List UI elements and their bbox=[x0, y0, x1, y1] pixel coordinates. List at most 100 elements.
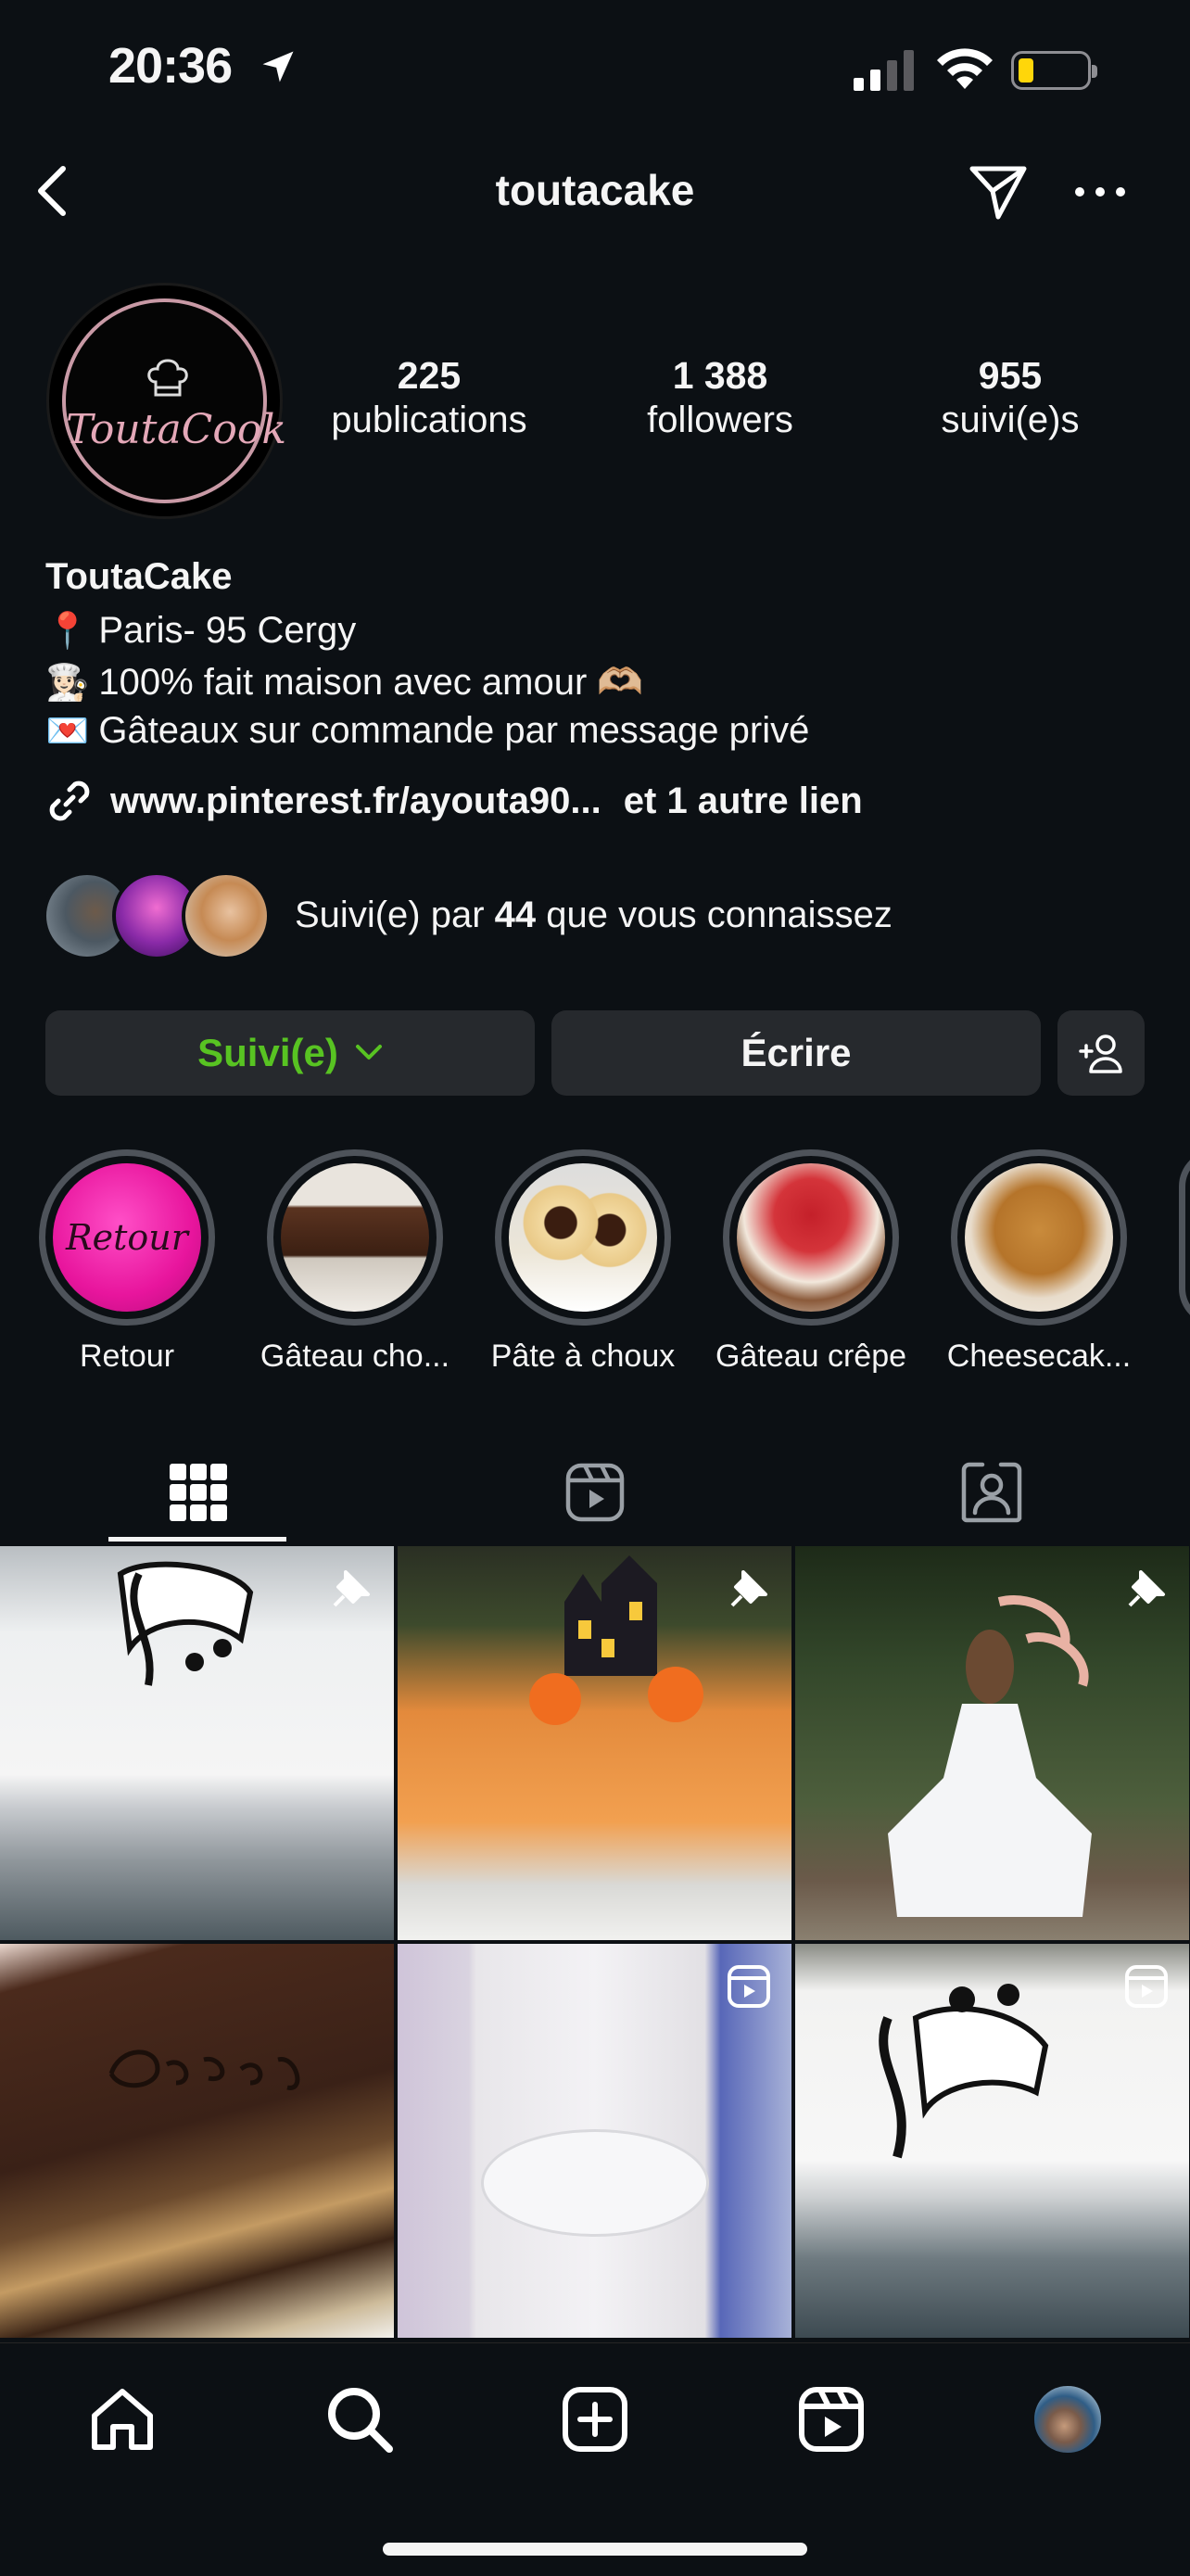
highlight-cover-text: Retour bbox=[66, 1217, 188, 1258]
home-indicator[interactable] bbox=[383, 2543, 807, 2556]
tab-tagged[interactable] bbox=[793, 1441, 1190, 1543]
stat-following-label: suivi(e)s bbox=[941, 400, 1080, 440]
highlight-cover bbox=[509, 1163, 657, 1312]
mutual-followers-text[interactable]: Suivi(e) par 44 que vous connaissez bbox=[295, 895, 892, 936]
opera-writing-image bbox=[108, 2049, 300, 2090]
chevron-down-icon bbox=[355, 1045, 382, 1060]
nav-create[interactable] bbox=[556, 2380, 634, 2458]
highlight-ring: Retour bbox=[39, 1149, 215, 1326]
highlight-label: Cheesecak... bbox=[946, 1339, 1132, 1374]
highlight-pate-a-choux[interactable]: Pâte à choux bbox=[491, 1149, 675, 1375]
avatar bbox=[1032, 2384, 1103, 2455]
music-topper-image bbox=[879, 1984, 1049, 2159]
tab-active-indicator bbox=[108, 1537, 286, 1542]
location-arrow-icon bbox=[262, 51, 294, 82]
highlight-cover bbox=[281, 1163, 429, 1312]
bio-text: Paris- 95 Cergy bbox=[98, 610, 357, 651]
tagged-person-icon bbox=[961, 1462, 1022, 1523]
create-post-icon bbox=[563, 2387, 627, 2452]
reels-icon bbox=[728, 1965, 770, 2008]
highlight-ring bbox=[723, 1149, 899, 1326]
chef-hat-icon bbox=[147, 359, 188, 397]
profile-avatar[interactable]: ToutaCook bbox=[46, 283, 286, 519]
mutual-followers-avatars[interactable] bbox=[43, 871, 274, 962]
stat-publications-value: 225 bbox=[397, 354, 462, 397]
post-thumbnail-halloween-cake[interactable] bbox=[398, 1546, 791, 1940]
post-thumbnail-reel-cake-board[interactable] bbox=[398, 1944, 791, 2338]
avatar bbox=[182, 871, 271, 960]
message-button[interactable]: Écrire bbox=[551, 1010, 1041, 1096]
highlight-label: Retour bbox=[79, 1339, 175, 1374]
highlight-label: Gâteau cho... bbox=[260, 1339, 450, 1374]
status-time: 20:36 bbox=[108, 38, 233, 94]
bio-text: Gâteaux sur commande par message privé bbox=[98, 710, 810, 751]
home-icon bbox=[92, 2389, 153, 2450]
highlight-label: Gâteau crêpe bbox=[715, 1339, 907, 1374]
wifi-icon bbox=[937, 48, 993, 89]
nav-reels[interactable] bbox=[792, 2380, 870, 2458]
bio-link-url[interactable]: www.pinterest.fr/ayouta90... bbox=[110, 780, 601, 822]
stat-following[interactable]: 955 suivi(e)s bbox=[894, 354, 1126, 443]
stat-publications[interactable]: 225 publications bbox=[313, 354, 545, 443]
more-options-icon[interactable] bbox=[1073, 185, 1127, 198]
highlight-ring bbox=[495, 1149, 671, 1326]
highlight-cover: Retour bbox=[53, 1163, 201, 1312]
nav-home[interactable] bbox=[83, 2380, 161, 2458]
bio-line-location: 📍 Paris- 95 Cergy bbox=[45, 610, 356, 652]
bio-links[interactable]: www.pinterest.fr/ayouta90... et 1 autre … bbox=[45, 777, 863, 825]
pin-icon bbox=[1128, 1570, 1165, 1607]
stat-followers[interactable]: 1 388 followers bbox=[604, 354, 836, 443]
highlight-ring bbox=[267, 1149, 443, 1326]
nav-profile[interactable] bbox=[1029, 2380, 1107, 2458]
suggested-users-button[interactable] bbox=[1057, 1010, 1145, 1096]
highlight-partial[interactable] bbox=[1179, 1149, 1190, 1326]
stat-followers-value: 1 388 bbox=[672, 354, 768, 397]
add-user-icon bbox=[1079, 1034, 1122, 1073]
stat-publications-label: publications bbox=[331, 400, 527, 440]
grid-icon bbox=[170, 1464, 227, 1521]
cake-board-image bbox=[481, 2129, 709, 2237]
bottom-navigation bbox=[0, 2342, 1190, 2576]
highlight-cheesecake[interactable]: Cheesecak... bbox=[947, 1149, 1131, 1375]
highlight-retour[interactable]: Retour Retour bbox=[39, 1149, 215, 1375]
reels-icon bbox=[565, 1463, 625, 1522]
profile-display-name: ToutaCake bbox=[45, 556, 233, 597]
chef-emoji: 👩🏻‍🍳 bbox=[45, 664, 90, 703]
search-icon bbox=[328, 2388, 393, 2453]
stat-followers-label: followers bbox=[647, 400, 793, 440]
mutual-prefix: Suivi(e) par bbox=[295, 895, 495, 935]
highlight-gateau-crepe[interactable]: Gâteau crêpe bbox=[715, 1149, 906, 1375]
bride-cake-image bbox=[888, 1595, 1092, 1917]
mutual-count: 44 bbox=[494, 895, 537, 935]
post-thumbnail-music-cake[interactable] bbox=[0, 1546, 394, 1940]
highlight-ring bbox=[951, 1149, 1127, 1326]
message-button-label: Écrire bbox=[741, 1031, 852, 1074]
stat-following-value: 955 bbox=[978, 354, 1043, 397]
avatar-logo-text: ToutaCook bbox=[66, 406, 286, 453]
battery-icon bbox=[1011, 51, 1097, 90]
link-icon bbox=[49, 780, 90, 821]
reels-icon bbox=[799, 2387, 864, 2452]
post-thumbnail-opera-cake[interactable] bbox=[0, 1944, 394, 2338]
post-thumbnail-reel-music-cake[interactable] bbox=[795, 1944, 1189, 2338]
post-thumbnail-bride-cake[interactable] bbox=[795, 1546, 1189, 1940]
bio-link-more[interactable]: et 1 autre lien bbox=[624, 780, 863, 822]
halloween-topper-image bbox=[529, 1555, 703, 1725]
nav-search[interactable] bbox=[321, 2380, 399, 2458]
highlight-cover bbox=[965, 1163, 1113, 1312]
send-message-icon[interactable] bbox=[967, 161, 1030, 222]
following-button-label: Suivi(e) bbox=[197, 1031, 338, 1074]
bio-text: 100% fait maison avec amour 🫶🏼 bbox=[98, 662, 644, 703]
pin-icon bbox=[730, 1570, 767, 1607]
tab-reels[interactable] bbox=[397, 1441, 793, 1543]
highlight-label: Pâte à choux bbox=[490, 1339, 676, 1374]
tab-posts-grid[interactable] bbox=[0, 1441, 397, 1543]
mutual-suffix: que vous connaissez bbox=[536, 895, 892, 935]
pin-emoji: 📍 bbox=[45, 612, 90, 651]
highlight-gateau-chocolat[interactable]: Gâteau cho... bbox=[260, 1149, 449, 1375]
love-letter-emoji: 💌 bbox=[45, 712, 90, 751]
highlight-cover bbox=[737, 1163, 885, 1312]
bio-line-homemade: 👩🏻‍🍳 100% fait maison avec amour 🫶🏼 bbox=[45, 660, 643, 704]
signal-icon bbox=[854, 50, 914, 91]
following-button[interactable]: Suivi(e) bbox=[45, 1010, 535, 1096]
